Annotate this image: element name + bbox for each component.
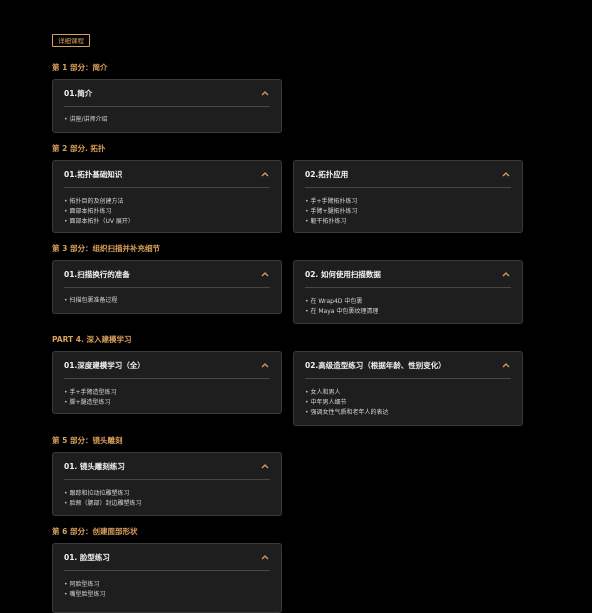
card-title: 02.拓扑应用 [305,169,349,179]
card-divider [305,187,511,188]
card-divider [64,479,270,480]
list-item: 阿脸型练习 [64,580,270,590]
chevron-up-icon[interactable] [260,88,270,98]
chevron-up-icon[interactable] [501,169,511,179]
section-title-3: 第 3 部分：组织扫描并补充细节 [52,244,160,253]
course-card[interactable]: 02.高级造型练习（根据年龄、性别变化） 女人和男人 中年男人细节 强调女性气质… [293,351,523,426]
list-item: 讲座/讲师介绍 [64,115,270,125]
list-item: 面部本拓扑（UV 展开） [64,217,270,227]
card-divider [64,187,270,188]
card-title: 02. 如何使用扫描数据 [305,269,381,279]
course-card[interactable]: 02. 如何使用扫描数据 在 Wrap4D 中包裹 在 Maya 中包裹纹理清理 [293,260,523,324]
list-item: 手+手臂拓扑练习 [305,197,511,207]
card-divider [64,106,270,107]
card-title: 01.深度建模学习（全） [64,360,145,370]
chevron-up-icon[interactable] [260,552,270,562]
section-title-2: 第 2 部分. 拓扑 [52,144,106,153]
list-item: 嘴型脸型练习 [64,590,270,600]
course-card[interactable]: 02.拓扑应用 手+手臂拓扑练习 手臂+腿拓扑练习 躯干拓扑练习 [293,160,523,233]
card-divider [64,287,270,288]
course-card[interactable]: 01. 镜头雕刻练习 跟踪和拉动拉雕塑练习 脸颊（腮部）封边雕塑练习 [52,452,282,516]
card-divider [64,378,270,379]
list-item: 拓扑目的及创建方法 [64,197,270,207]
detailed-course-tag: 详细课程 [52,34,90,47]
chevron-up-icon[interactable] [260,269,270,279]
course-card[interactable]: 01. 脸型练习 阿脸型练习 嘴型脸型练习 [52,543,282,613]
list-item: 中年男人细节 [305,398,511,408]
list-item: 在 Wrap4D 中包裹 [305,297,511,307]
course-card[interactable]: 01.深度建模学习（全） 手+手臂造型练习 脚+腿造型练习 [52,351,282,414]
list-item: 在 Maya 中包裹纹理清理 [305,307,511,317]
card-title: 01.拓扑基础知识 [64,169,123,179]
card-divider [64,570,270,571]
section-title-5: 第 5 部分：镜头雕刻 [52,436,123,445]
chevron-up-icon[interactable] [260,461,270,471]
list-item: 扫描包裹准备过程 [64,296,270,306]
course-card[interactable]: 01.拓扑基础知识 拓扑目的及创建方法 面部本拓扑练习 面部本拓扑（UV 展开） [52,160,282,233]
list-item: 手+手臂造型练习 [64,388,270,398]
list-item: 躯干拓扑练习 [305,217,511,227]
chevron-up-icon[interactable] [260,169,270,179]
list-item: 手臂+腿拓扑练习 [305,207,511,217]
list-item: 女人和男人 [305,388,511,398]
chevron-up-icon[interactable] [501,360,511,370]
list-item: 强调女性气质和老年人的表达 [305,408,511,418]
card-title: 01. 脸型练习 [64,552,110,562]
list-item: 面部本拓扑练习 [64,207,270,217]
list-item: 脚+腿造型练习 [64,398,270,408]
card-divider [305,287,511,288]
section-title-4: PART 4. 深入建模学习 [52,335,132,344]
section-title-6: 第 6 部分：创建面部形状 [52,527,138,536]
card-title: 01. 镜头雕刻练习 [64,461,125,471]
section-title-1: 第 1 部分：简介 [52,63,108,72]
course-card[interactable]: 01.扫描换行的准备 扫描包裹准备过程 [52,260,282,314]
card-title: 01.扫描换行的准备 [64,269,130,279]
chevron-up-icon[interactable] [260,360,270,370]
card-title: 02.高级造型练习（根据年龄、性别变化） [305,360,446,370]
list-item: 跟踪和拉动拉雕塑练习 [64,489,270,499]
card-divider [305,378,511,379]
chevron-up-icon[interactable] [501,269,511,279]
list-item: 脸颊（腮部）封边雕塑练习 [64,499,270,509]
course-card[interactable]: 01.简介 讲座/讲师介绍 [52,79,282,133]
card-title: 01.简介 [64,88,93,98]
